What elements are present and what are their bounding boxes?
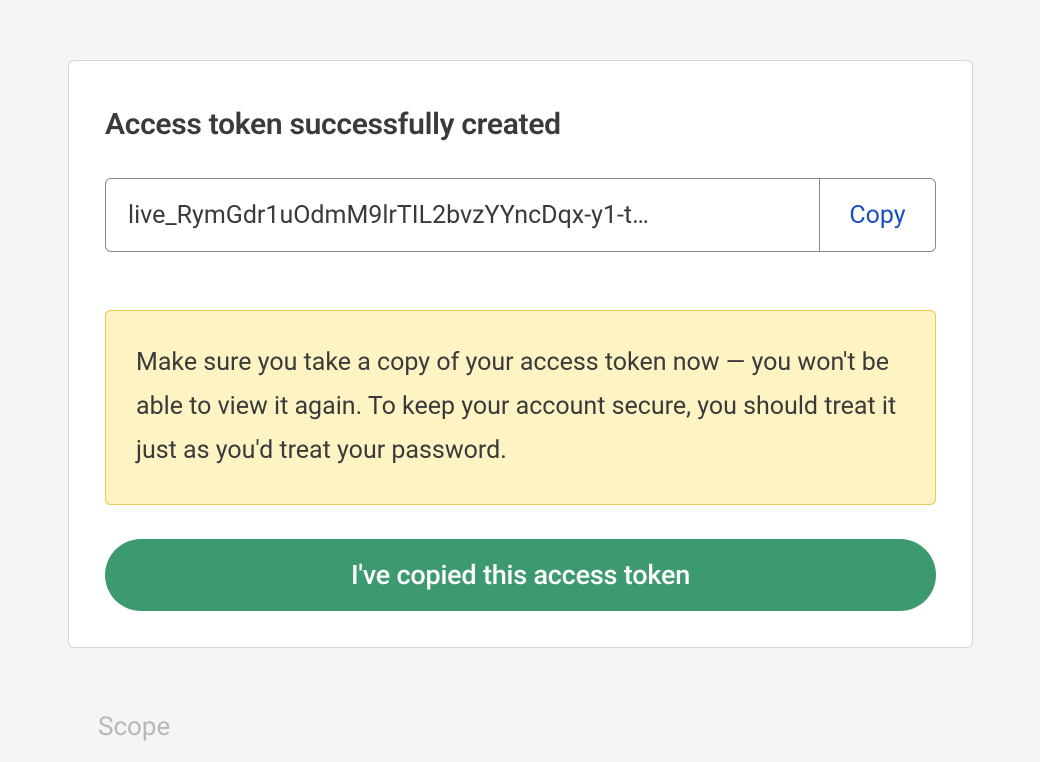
modal-title: Access token successfully created: [105, 107, 936, 142]
confirm-copied-button[interactable]: I've copied this access token: [105, 539, 936, 611]
access-token-created-modal: Access token successfully created Copy M…: [68, 60, 973, 648]
warning-message: Make sure you take a copy of your access…: [105, 310, 936, 505]
background-scope-label: Scope: [98, 712, 170, 742]
token-display-row: Copy: [105, 178, 936, 252]
token-value-input[interactable]: [106, 179, 819, 251]
copy-button[interactable]: Copy: [819, 179, 935, 251]
